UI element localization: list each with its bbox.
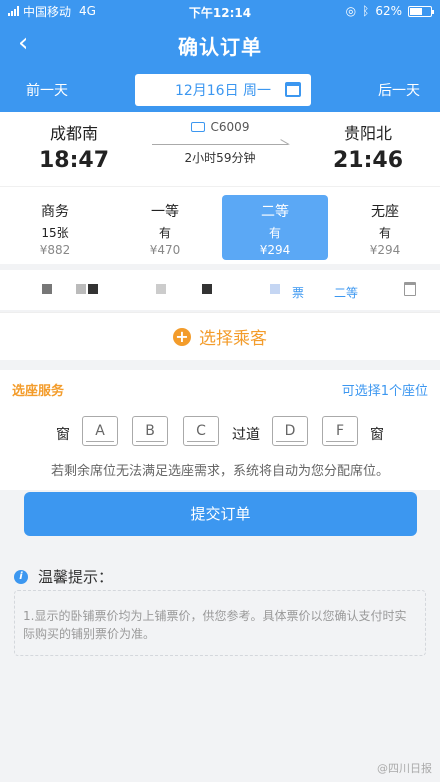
departure-time: 18:47	[38, 148, 110, 173]
date-bar: 前一天 12月16日 周一 后一天	[0, 68, 440, 112]
prev-day-button[interactable]: 前一天	[26, 80, 68, 100]
seat-class-business[interactable]: 商务 15张 ¥882	[2, 195, 108, 260]
header: 中国移动 4G 下午12:14 ◎ ᛒ 62% ‹ 确认订单 前一天 12月16…	[0, 0, 440, 112]
seat-c-button[interactable]: C	[183, 416, 219, 446]
seat-price: ¥294	[369, 243, 401, 257]
seat-availability: 有	[158, 226, 171, 240]
seat-class-standing[interactable]: 无座 有 ¥294	[332, 195, 438, 260]
seat-availability: 15张	[41, 226, 69, 240]
aisle-label: 过道	[232, 427, 260, 443]
seat-class-name: 二等	[261, 204, 289, 220]
add-passenger-label: 选择乘客	[199, 329, 267, 349]
redacted-id	[202, 284, 212, 294]
seat-class-second[interactable]: 二等 有 ¥294	[222, 195, 328, 260]
ticket-icon	[190, 122, 205, 132]
arrival: 贵阳北 21:46	[308, 120, 428, 173]
seat-d-button[interactable]: D	[272, 416, 308, 446]
redacted-name	[76, 284, 86, 294]
window-label: 窗	[370, 427, 384, 443]
seat-map: 窗 A B C 过道 D F 窗	[0, 416, 440, 450]
route-arrow	[152, 137, 288, 145]
calendar-icon	[285, 82, 301, 97]
seat-selection-note: 若剩余席位无法满足选座需求，系统将自动为您分配席位。	[50, 464, 389, 479]
redacted-ticket	[270, 284, 280, 294]
watermark: @四川日报	[377, 762, 432, 775]
seat-class-tabs: 商务 15张 ¥882 一等 有 ¥470 二等 有 ¥294 无座 有 ¥29…	[0, 186, 440, 264]
arrival-station: 贵阳北	[343, 124, 392, 143]
seat-class-name: 无座	[371, 204, 399, 220]
train-route: C6009 2小时59分钟	[140, 120, 300, 166]
arrival-time: 21:46	[332, 148, 404, 173]
seat-f-button[interactable]: F	[322, 416, 358, 446]
redacted-id	[156, 284, 166, 294]
window-label: 窗	[56, 427, 70, 443]
departure-station: 成都南	[49, 124, 98, 143]
page-title: 确认订单	[178, 34, 262, 59]
ticket-type: 票	[292, 286, 305, 300]
seat-a-button[interactable]: A	[82, 416, 118, 446]
passenger-row[interactable]: 票 二等	[0, 270, 440, 310]
seat-b-button[interactable]: B	[132, 416, 168, 446]
info-icon: i	[14, 569, 28, 584]
clock: 下午12:14	[188, 6, 252, 20]
seat-selection-hint: 可选择1个座位	[341, 384, 428, 399]
trip-duration: 2小时59分钟	[184, 151, 256, 165]
seat-price: ¥882	[39, 243, 71, 257]
submit-order-button[interactable]: 提交订单	[24, 492, 417, 536]
redacted-name	[42, 284, 52, 294]
train-info: 成都南 18:47 C6009 2小时59分钟 贵阳北 21:46	[0, 112, 440, 186]
back-arrow-icon[interactable]: ‹	[18, 30, 28, 56]
seat-class-first[interactable]: 一等 有 ¥470	[112, 195, 218, 260]
seat-selection: 选座服务 可选择1个座位 窗 A B C 过道 D F 窗 若剩余席位无法满足选…	[0, 370, 440, 490]
nav-bar: ‹ 确认订单	[0, 22, 440, 68]
seat-class-name: 一等	[151, 204, 179, 220]
seat-availability: 有	[268, 226, 281, 240]
next-day-button[interactable]: 后一天	[378, 80, 420, 100]
trash-icon[interactable]	[404, 282, 416, 296]
add-passenger-button[interactable]: + 选择乘客	[0, 312, 440, 360]
seat-price: ¥294	[259, 243, 291, 257]
passenger-seat-class: 二等	[334, 286, 359, 300]
tips-content: 1.显示的卧铺票价均为上铺票价，供您参考。具体票价以您确认支付时实际购买的铺别票…	[14, 590, 426, 656]
tips-header: i 温馨提示：	[14, 566, 113, 587]
battery-icon	[408, 5, 434, 17]
date-picker[interactable]: 12月16日 周一	[135, 74, 311, 106]
seat-availability: 有	[378, 226, 391, 240]
redacted-name	[88, 284, 98, 294]
status-bar: 中国移动 4G 下午12:14 ◎ ᛒ 62%	[0, 0, 440, 22]
seat-class-name: 商务	[41, 204, 69, 220]
selected-date: 12月16日 周一	[174, 83, 272, 99]
plus-icon: +	[173, 327, 191, 346]
seat-price: ¥470	[149, 243, 181, 257]
tips-title: 温馨提示：	[38, 568, 114, 586]
train-number: C6009	[210, 120, 250, 134]
departure: 成都南 18:47	[14, 120, 134, 173]
seat-selection-title: 选座服务	[12, 384, 65, 399]
